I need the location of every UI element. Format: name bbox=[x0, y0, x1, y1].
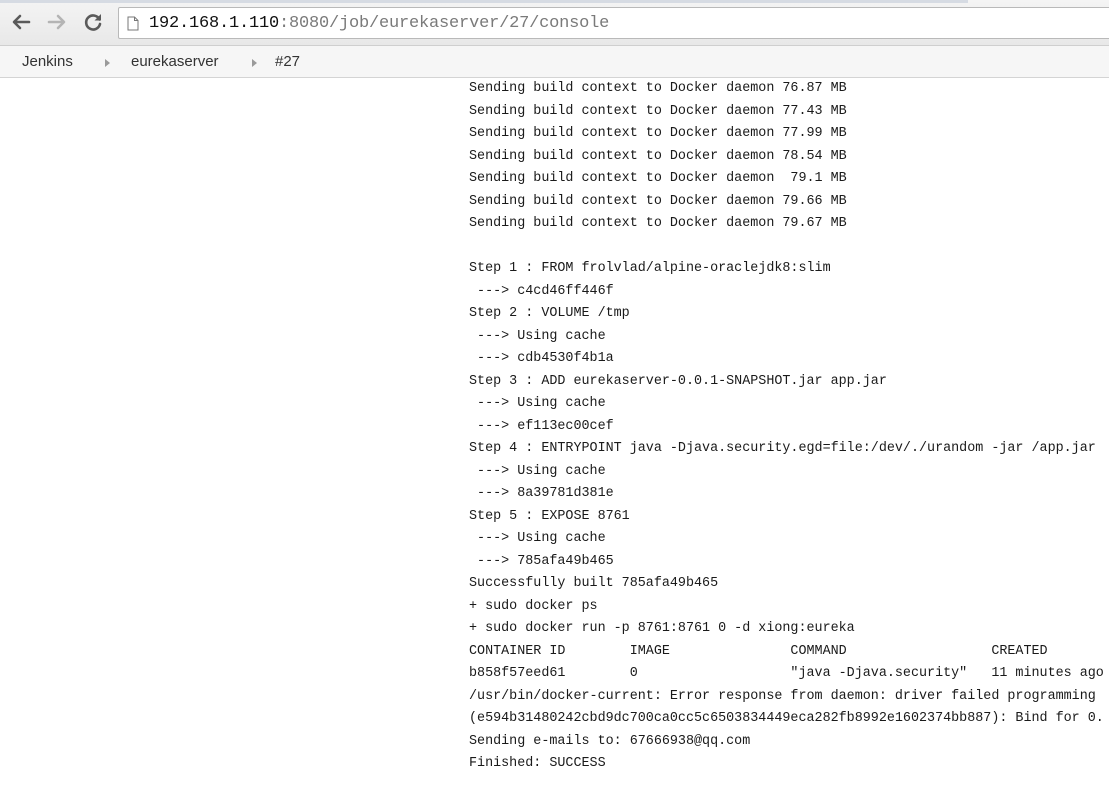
console-line: Sending build context to Docker daemon 7… bbox=[469, 193, 847, 209]
url-path: :8080/job/eurekaserver/27/console bbox=[279, 13, 610, 33]
console-line: Sending build context to Docker daemon 7… bbox=[469, 81, 847, 96]
console-line: ---> Using cache bbox=[469, 463, 606, 479]
url-text[interactable]: 192.168.1.110:8080/job/eurekaserver/27/c… bbox=[149, 14, 609, 33]
console-line: ---> Using cache bbox=[469, 328, 606, 344]
address-bar[interactable]: 192.168.1.110:8080/job/eurekaserver/27/c… bbox=[118, 7, 1109, 39]
console-line: + sudo docker run -p 8761:8761 0 -d xion… bbox=[469, 621, 855, 636]
console-line: Sending build context to Docker daemon 7… bbox=[469, 148, 847, 164]
console-line: b858f57eed61 0 "java -Djava.security" 11… bbox=[469, 666, 1104, 681]
console-line: ---> cdb4530f4b1a bbox=[469, 351, 614, 366]
console-line: ---> ef113ec00cef bbox=[469, 418, 614, 434]
breadcrumb-jenkins[interactable]: Jenkins bbox=[22, 53, 73, 70]
forward-button[interactable] bbox=[44, 9, 70, 35]
console-line: Step 3 : ADD eurekaserver-0.0.1-SNAPSHOT… bbox=[469, 373, 887, 389]
reload-icon bbox=[84, 14, 102, 31]
forward-arrow-icon bbox=[47, 14, 66, 30]
breadcrumb-build[interactable]: #27 bbox=[275, 53, 300, 70]
console-line: Step 5 : EXPOSE 8761 bbox=[469, 508, 630, 524]
console-output: Sending build context to Docker daemon 7… bbox=[469, 78, 1109, 803]
console-line: Step 4 : ENTRYPOINT java -Djava.security… bbox=[469, 441, 1096, 456]
breadcrumb-job[interactable]: eurekaserver bbox=[131, 53, 219, 70]
breadcrumb: Jenkins eurekaserver #27 bbox=[0, 46, 1109, 78]
back-arrow-icon bbox=[12, 14, 31, 30]
console-line: Successfully built 785afa49b465 bbox=[469, 576, 719, 591]
console-line: Sending build context to Docker daemon 7… bbox=[469, 103, 847, 119]
back-button[interactable] bbox=[8, 9, 34, 35]
console-text: Sending build context to Docker daemon 7… bbox=[469, 78, 1109, 776]
page-icon bbox=[127, 16, 139, 31]
console-line: ---> 785afa49b465 bbox=[469, 553, 614, 569]
console-line: Step 2 : VOLUME /tmp bbox=[469, 306, 630, 321]
console-line: Step 1 : FROM frolvlad/alpine-oraclejdk8… bbox=[469, 261, 831, 276]
reload-button[interactable] bbox=[80, 9, 106, 35]
console-line: ---> Using cache bbox=[469, 396, 606, 411]
console-line: Sending build context to Docker daemon 7… bbox=[469, 126, 847, 141]
console-line: ---> c4cd46ff446f bbox=[469, 283, 614, 299]
console-line: (e594b31480242cbd9dc700ca0cc5c6503834449… bbox=[469, 711, 1104, 726]
console-line: Finished: SUCCESS bbox=[469, 756, 606, 771]
console-line: Sending e-mails to: 67666938@qq.com bbox=[469, 733, 751, 749]
console-line: ---> Using cache bbox=[469, 531, 606, 546]
console-line: /usr/bin/docker-current: Error response … bbox=[469, 688, 1096, 704]
breadcrumb-separator-icon bbox=[105, 59, 110, 67]
console-line: ---> 8a39781d381e bbox=[469, 486, 614, 501]
console-line: CONTAINER ID IMAGE COMMAND CREATED bbox=[469, 643, 1048, 659]
console-line: Sending build context to Docker daemon 7… bbox=[469, 216, 847, 231]
url-host: 192.168.1.110 bbox=[149, 13, 280, 33]
breadcrumb-separator-icon bbox=[252, 59, 257, 67]
console-line: + sudo docker ps bbox=[469, 598, 598, 614]
browser-toolbar: 192.168.1.110:8080/job/eurekaserver/27/c… bbox=[0, 0, 1109, 46]
toolbar-top-strip bbox=[0, 0, 968, 3]
console-line: Sending build context to Docker daemon 7… bbox=[469, 171, 847, 186]
